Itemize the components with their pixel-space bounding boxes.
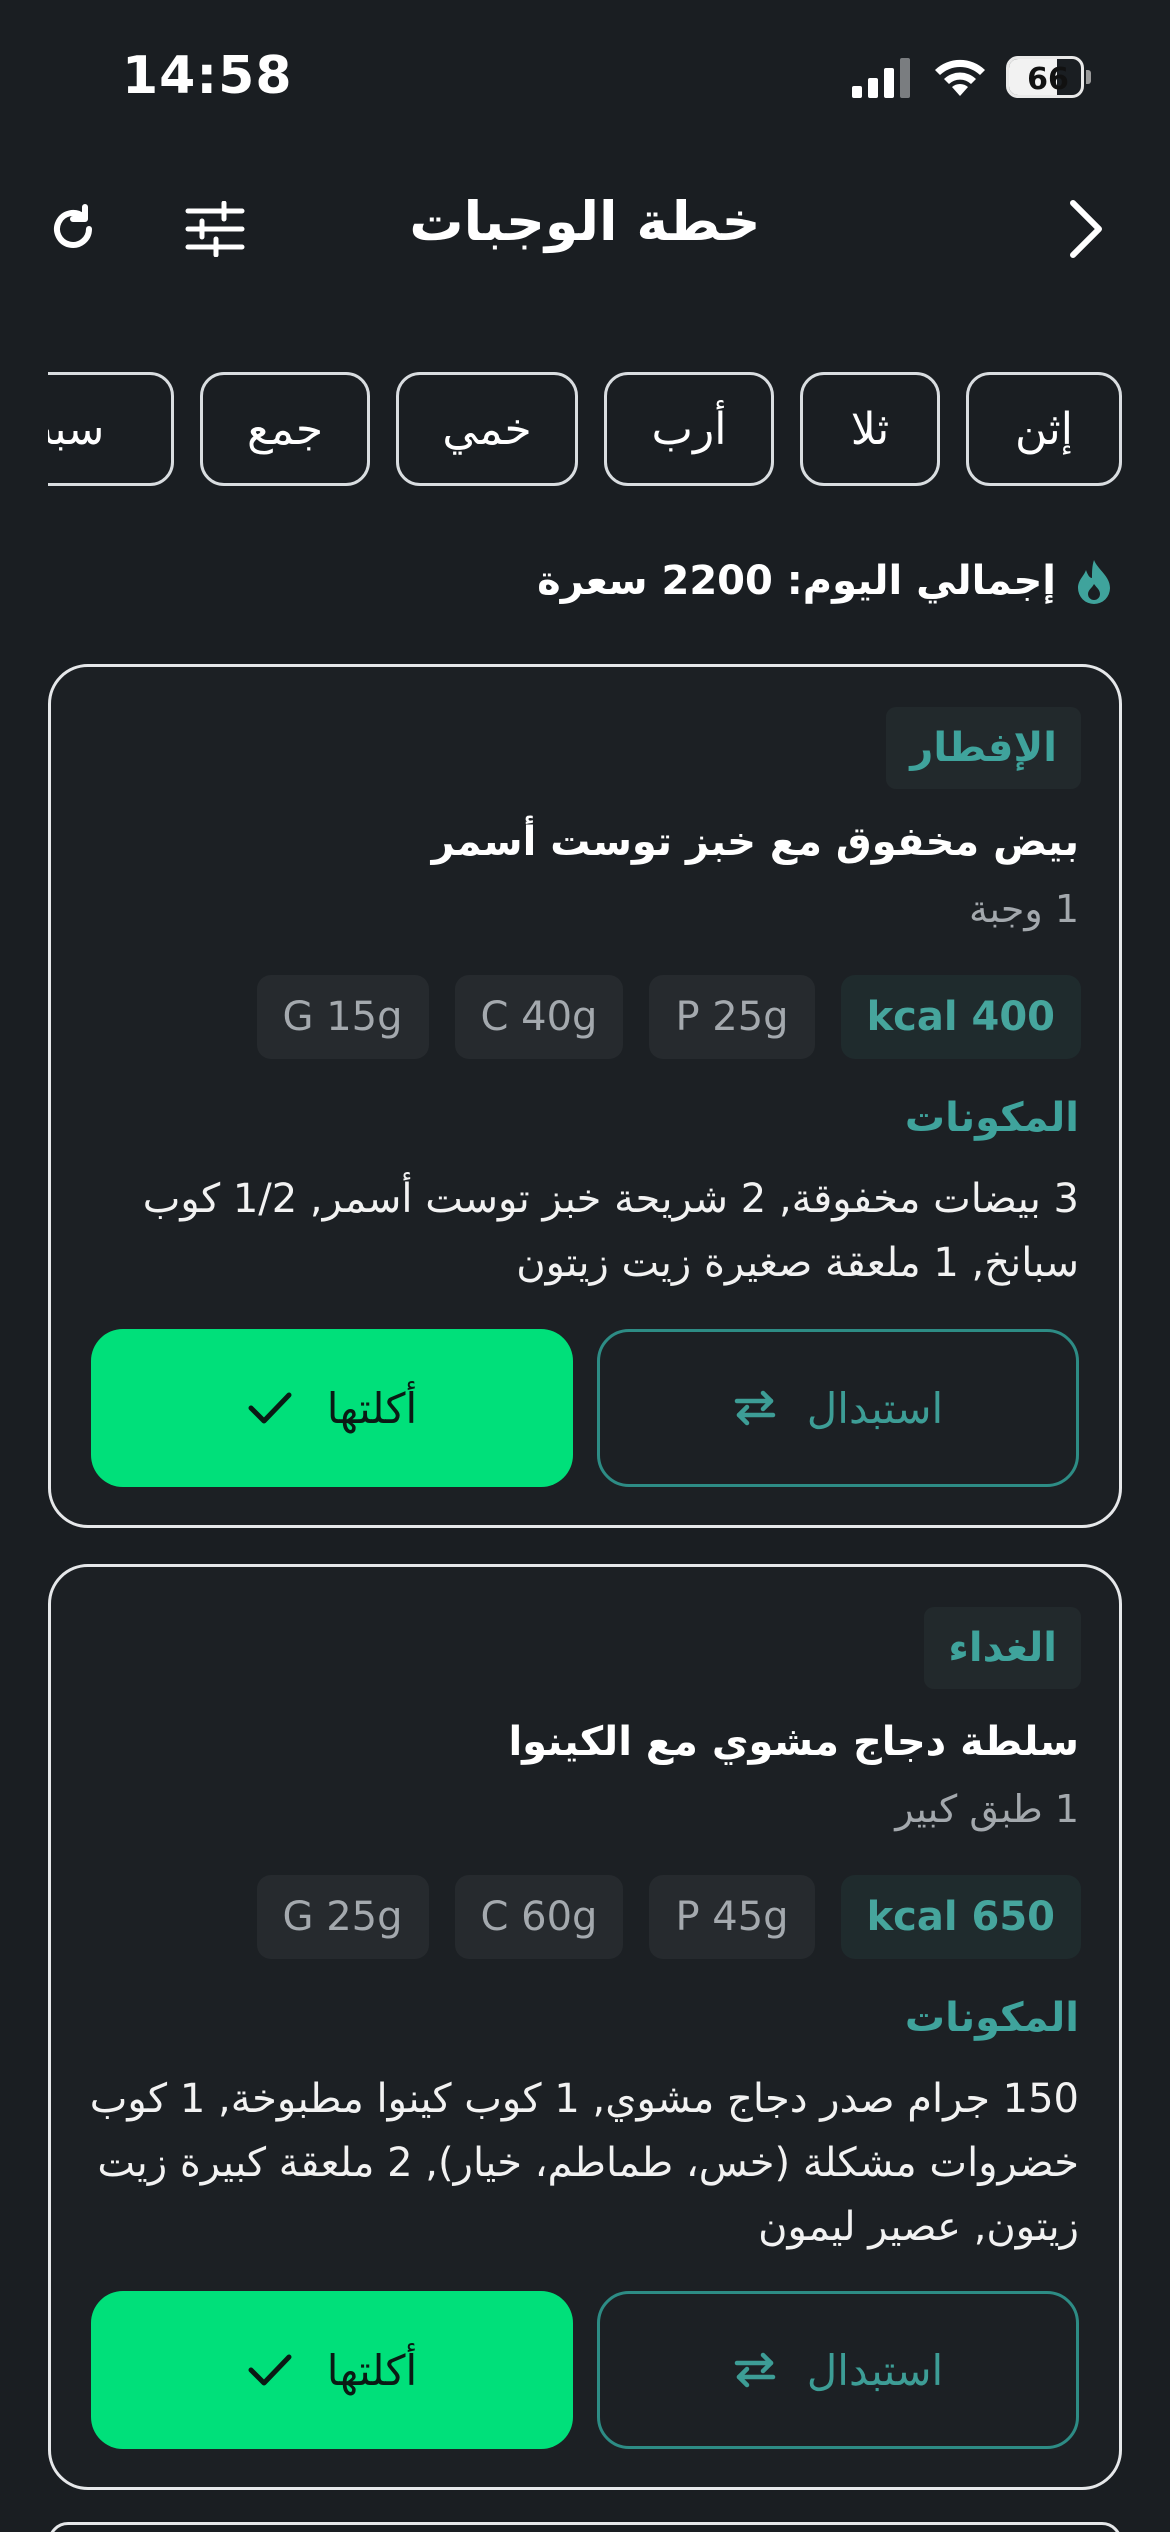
meal-name: بيض مخفوق مع خبز توست أسمر	[431, 819, 1079, 865]
next-day-button[interactable]	[1050, 194, 1120, 264]
swap-arrows-icon	[734, 2352, 776, 2388]
carbs-pill: C 40g	[454, 975, 624, 1059]
chevron-right-icon	[1070, 200, 1102, 258]
fat-pill: G 25g	[256, 1875, 429, 1959]
day-tab-tue[interactable]: ثلا	[800, 372, 940, 486]
ingredients-title: المكونات	[904, 1995, 1079, 2041]
status-time: 14:58	[122, 46, 293, 106]
cellular-signal-icon	[852, 58, 910, 98]
status-bar: 14:58 66	[0, 0, 1170, 150]
ate-label: أكلتها	[326, 1383, 418, 1433]
meal-tag: الإفطار	[886, 707, 1081, 789]
filters-button[interactable]	[180, 194, 250, 264]
checkmark-icon	[248, 1392, 292, 1424]
day-tab-sat[interactable]: سبت	[48, 372, 174, 486]
macro-row: kcal 400 P 25g C 40g G 15g	[256, 975, 1081, 1059]
day-tab-thu[interactable]: خمي	[396, 372, 578, 486]
wifi-icon	[935, 59, 985, 96]
fat-pill: G 15g	[256, 975, 429, 1059]
app-header: خطة الوجبات	[0, 170, 1170, 280]
swap-arrows-icon	[734, 1390, 776, 1426]
battery-indicator: 66	[1006, 56, 1092, 98]
battery-cap	[1086, 70, 1091, 84]
swap-label: استبدال	[806, 1383, 944, 1433]
protein-pill: P 25g	[649, 975, 815, 1059]
day-tab-fri[interactable]: جمع	[200, 372, 370, 486]
meal-portion: 1 وجبة	[969, 887, 1079, 931]
daily-total: إجمالي اليوم: 2200 سعرة	[537, 548, 1114, 614]
meal-name: سلطة دجاج مشوي مع الكينوا	[508, 1719, 1079, 1765]
day-tab-mon[interactable]: إثن	[966, 372, 1122, 486]
daily-total-text: إجمالي اليوم: 2200 سعرة	[537, 558, 1056, 604]
ate-it-button[interactable]: أكلتها	[91, 1329, 573, 1487]
day-tab-wed[interactable]: أرب	[604, 372, 774, 486]
checkmark-icon	[248, 2354, 292, 2386]
swap-label: استبدال	[806, 2345, 944, 2395]
kcal-pill: kcal 400	[840, 975, 1081, 1059]
kcal-pill: kcal 650	[840, 1875, 1081, 1959]
carbs-pill: C 60g	[454, 1875, 624, 1959]
next-meal-card	[48, 2522, 1122, 2532]
refresh-button[interactable]	[38, 194, 108, 264]
macro-row: kcal 650 P 45g C 60g G 25g	[256, 1875, 1081, 1959]
refresh-icon	[54, 204, 92, 248]
swap-button[interactable]: استبدال	[597, 2291, 1079, 2449]
swap-button[interactable]: استبدال	[597, 1329, 1079, 1487]
ingredients-text: 3 بيضات مخفوقة, 2 شريحة خبز توست أسمر, 1…	[142, 1176, 1079, 1286]
sliders-icon	[185, 201, 245, 257]
page-title: خطة الوجبات	[409, 190, 761, 253]
meal-card-breakfast: الإفطار بيض مخفوق مع خبز توست أسمر 1 وجب…	[48, 664, 1122, 1528]
protein-pill: P 45g	[649, 1875, 815, 1959]
battery-percent: 66	[1027, 62, 1069, 97]
ingredients-text: 150 جرام صدر دجاج مشوي, 1 كوب كينوا مطبو…	[89, 2076, 1079, 2250]
ate-label: أكلتها	[326, 2345, 418, 2395]
flame-icon	[1078, 560, 1110, 604]
meal-card-lunch: الغداء سلطة دجاج مشوي مع الكينوا 1 طبق ك…	[48, 1564, 1122, 2490]
meal-tag: الغداء	[924, 1607, 1081, 1689]
meal-plan-screen: 14:58 66 خطة الوجبات إثن ثلا أرب خمي جمع…	[0, 0, 1170, 2532]
ate-it-button[interactable]: أكلتها	[91, 2291, 573, 2449]
ingredients-title: المكونات	[904, 1095, 1079, 1141]
day-tabs: إثن ثلا أرب خمي جمع سبت	[48, 370, 1122, 488]
battery-body: 66	[1006, 56, 1084, 98]
meal-portion: 1 طبق كبير	[895, 1787, 1079, 1831]
